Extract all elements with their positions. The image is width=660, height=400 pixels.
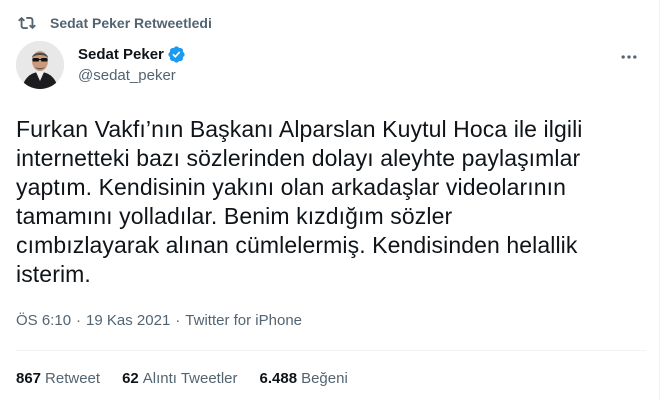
tweet-text-line: isterim. [16,261,91,287]
retweet-banner[interactable]: Sedat Peker Retweetledi [18,12,212,34]
tweet-time[interactable]: ÖS 6:10 [16,312,71,329]
retweet-icon [18,16,36,30]
tweet-text-line: internetteki bazı sözlerinden dolayı ale… [16,145,581,171]
author-name[interactable]: Sedat Peker [78,46,164,63]
more-horizontal-icon [621,55,637,59]
like-count-link[interactable]: 6.488 Beğeni [260,370,348,387]
meta-separator: · [175,312,181,329]
tweet-text-line: cımbızlayarak alınan cümlelermiş. Kendis… [16,232,578,258]
engagement-stats: 867 Retweet 62 Alıntı Tweetler 6.488 Beğeni [16,370,348,387]
tweet-text-line: tamamını yolladılar. Benim kızdığım sözl… [16,203,453,229]
divider [16,350,646,351]
tweet-date[interactable]: 19 Kas 2021 [86,312,170,329]
meta-separator: · [76,312,82,329]
quote-count: 62 [122,370,139,387]
tweet-source[interactable]: Twitter for iPhone [185,312,302,329]
retweet-banner-text: Sedat Peker Retweetledi [50,15,212,31]
like-label: Beğeni [301,370,348,387]
author-handle[interactable]: @sedat_peker [78,67,186,84]
tweet-text-line: Furkan Vakfı’nın Başkanı Alparslan Kuytu… [16,116,583,142]
quote-count-link[interactable]: 62 Alıntı Tweetler [122,370,237,387]
tweet-text: Furkan Vakfı’nın Başkanı Alparslan Kuytu… [16,115,636,289]
retweet-count-link[interactable]: 867 Retweet [16,370,100,387]
author-block[interactable]: Sedat Peker @sedat_peker [78,44,186,84]
tweet-text-line: yaptım. Kendisinin yakını olan arkadaşla… [16,174,567,200]
verified-badge-icon [168,45,185,63]
like-count: 6.488 [259,370,298,387]
quote-label: Alıntı Tweetler [142,370,238,387]
avatar[interactable] [16,41,64,89]
more-options-button[interactable] [618,46,640,68]
retweet-label: Retweet [45,370,101,387]
tweet-meta: ÖS 6:10 · 19 Kas 2021 · Twitter for iPho… [16,312,302,329]
retweet-count: 867 [16,370,42,387]
